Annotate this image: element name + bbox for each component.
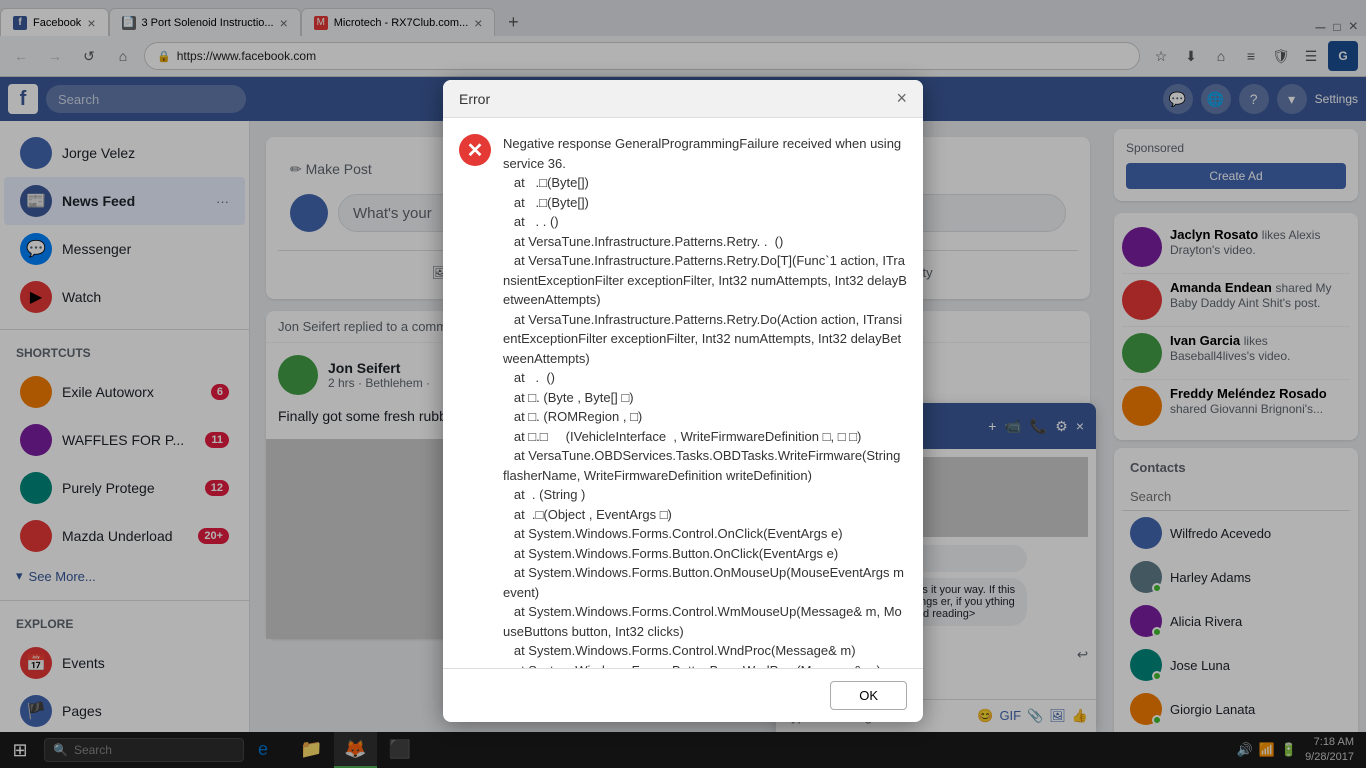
error-dialog: Error × ✕ Negative response GeneralProgr… (443, 80, 923, 722)
error-dialog-title: Error (459, 91, 490, 107)
error-close-button[interactable]: × (896, 88, 907, 109)
error-body: ✕ Negative response GeneralProgrammingFa… (443, 118, 923, 668)
error-overlay: Error × ✕ Negative response GeneralProgr… (0, 0, 1366, 768)
error-message-text: Negative response GeneralProgrammingFail… (503, 134, 907, 668)
error-top: ✕ Negative response GeneralProgrammingFa… (459, 134, 907, 668)
error-icon: ✕ (459, 134, 491, 166)
error-title-bar: Error × (443, 80, 923, 118)
error-footer: OK (443, 668, 923, 722)
error-ok-button[interactable]: OK (830, 681, 907, 710)
